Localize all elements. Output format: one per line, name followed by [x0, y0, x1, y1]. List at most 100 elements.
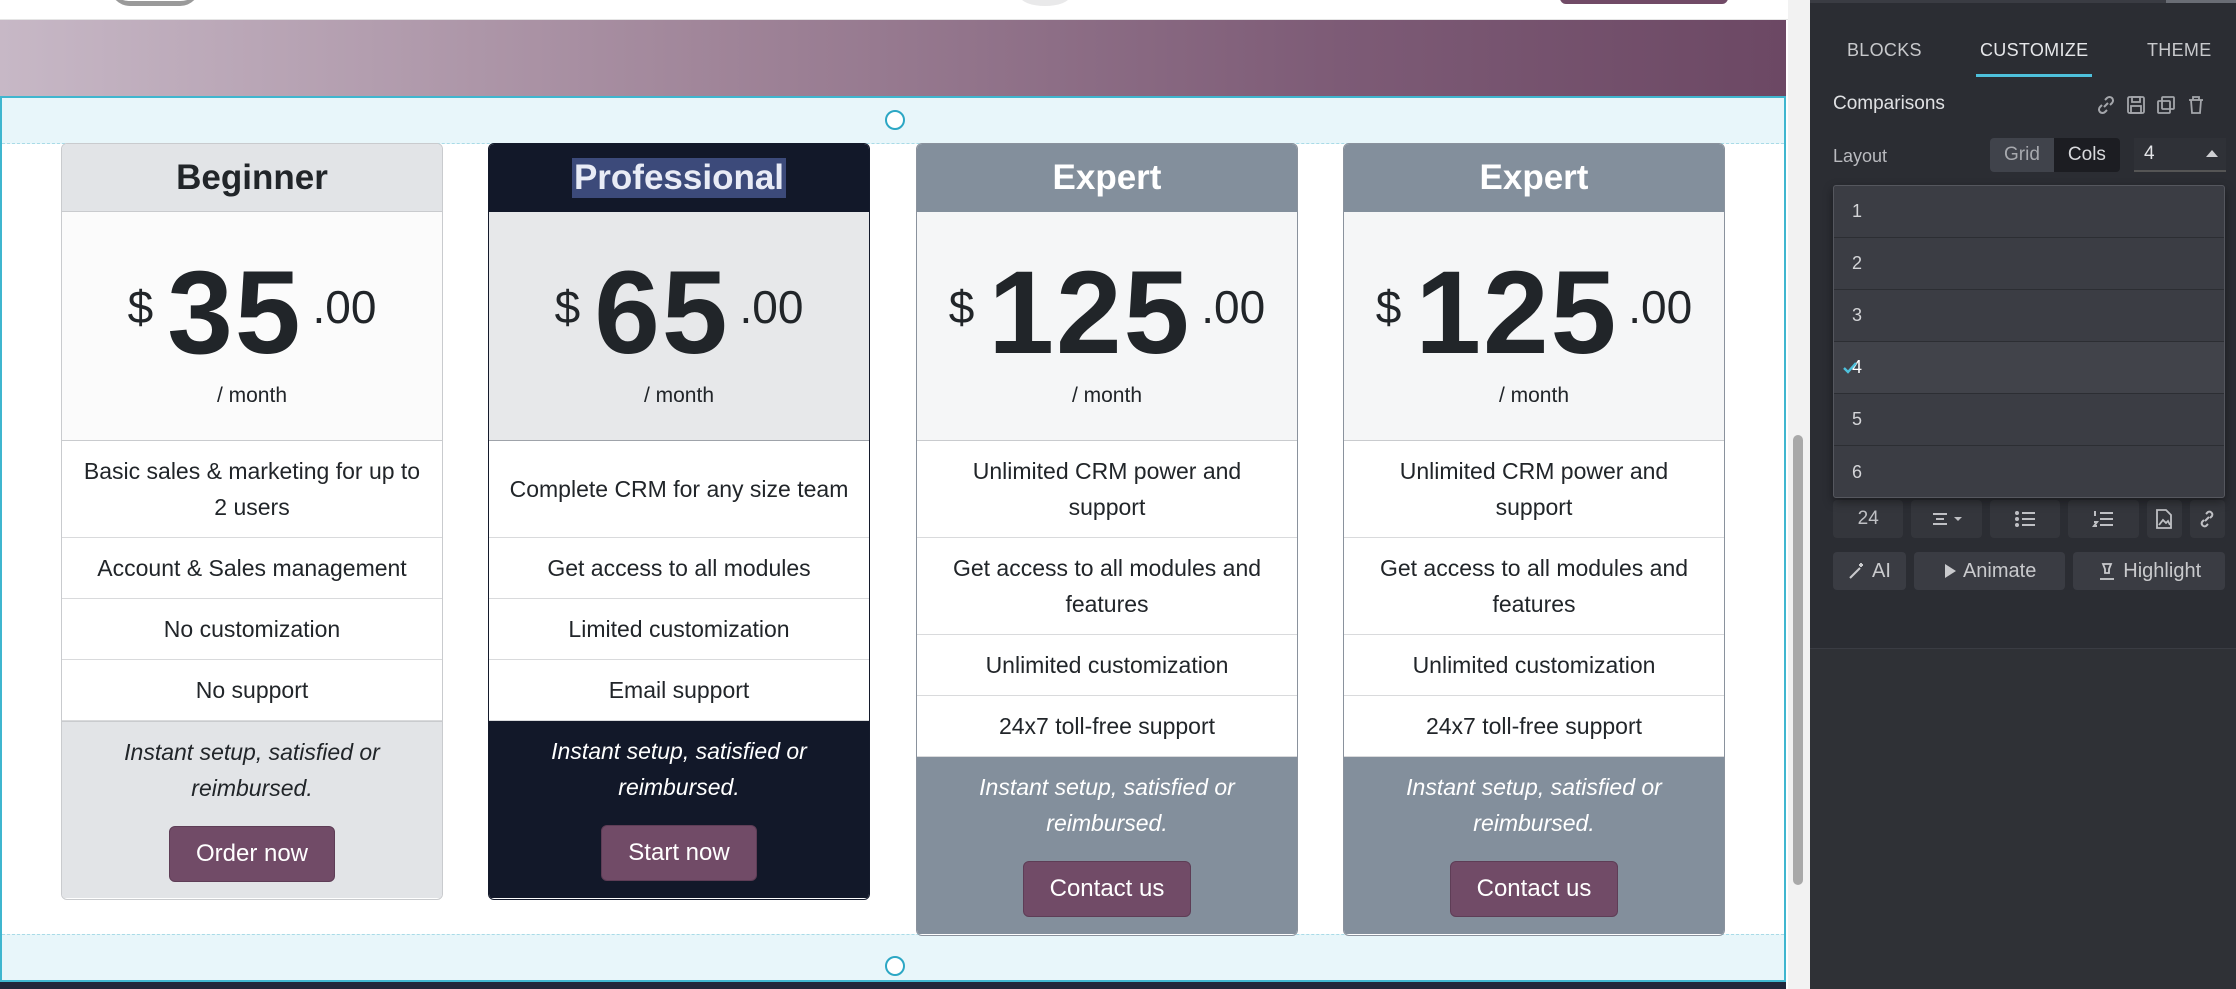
animate-button[interactable]: Animate: [1913, 552, 2066, 590]
logo-shape: [110, 0, 200, 6]
price-period: / month: [216, 384, 288, 407]
section-title: Comparisons: [1833, 93, 1945, 114]
card-note: Instant setup, satisfied or reimbursed.: [124, 739, 380, 801]
feature-item[interactable]: Account & Sales management: [62, 538, 442, 599]
feature-item[interactable]: No customization: [62, 599, 442, 660]
file-image-icon: [2156, 509, 2173, 529]
columns-option-1[interactable]: 1: [1834, 186, 2224, 238]
highlighter-icon: [2100, 563, 2115, 580]
order-now-button[interactable]: Order now: [168, 826, 336, 882]
columns-option-4[interactable]: 4: [1834, 342, 2224, 394]
price-period: / month: [643, 384, 715, 407]
card-title[interactable]: Professional: [571, 158, 787, 198]
check-icon: [1843, 362, 1857, 374]
contact-us-button[interactable]: Contact us: [1022, 861, 1192, 917]
pricing-card-expert[interactable]: Expert $ 125 .00 / month Unlimited CRM p…: [916, 143, 1298, 936]
pricing-card-beginner[interactable]: Beginner $ 35 .00 / month Basic sales & …: [61, 143, 443, 900]
feature-item[interactable]: Complete CRM for any size team: [489, 441, 869, 538]
numbered-list-button[interactable]: [2068, 500, 2139, 538]
link-icon[interactable]: [2095, 94, 2117, 116]
columns-option-6[interactable]: 6: [1834, 446, 2224, 498]
pricing-card-expert-copy[interactable]: Expert $ 125 .00 / month Unlimited CRM p…: [1343, 143, 1725, 936]
layout-cols-option[interactable]: Cols: [2053, 138, 2120, 172]
feature-item[interactable]: Unlimited customization: [1344, 635, 1724, 696]
trash-icon[interactable]: [2185, 94, 2207, 116]
price-amount[interactable]: 125: [988, 254, 1191, 372]
resize-handle-top[interactable]: [885, 110, 905, 130]
feature-item[interactable]: Email support: [489, 660, 869, 721]
tab-customize[interactable]: CUSTOMIZE: [1975, 40, 2093, 77]
tab-theme[interactable]: THEME: [2147, 40, 2212, 61]
columns-select[interactable]: 4: [2134, 138, 2226, 172]
editor-panel: BLOCKS CUSTOMIZE THEME Comparisons Layou…: [1810, 0, 2236, 989]
card-note: Instant setup, satisfied or reimbursed.: [979, 774, 1235, 836]
link-icon: [2201, 510, 2214, 528]
price: $ 65 .00: [555, 254, 804, 372]
animate-button-label: Animate: [1962, 559, 2037, 582]
card-title[interactable]: Expert: [917, 144, 1297, 212]
card-title[interactable]: Beginner: [62, 144, 442, 212]
price-amount[interactable]: 65: [594, 254, 729, 372]
card-title-wrap: Professional: [489, 144, 869, 212]
duplicate-icon[interactable]: [2155, 94, 2177, 116]
canvas-scrollbar[interactable]: [1788, 0, 1810, 989]
panel-tabs: BLOCKS CUSTOMIZE THEME: [1810, 32, 2236, 77]
bullet-list-icon: [2015, 511, 2036, 527]
feature-item[interactable]: Get access to all modules and features: [1344, 538, 1724, 635]
bullet-list-button[interactable]: [1989, 500, 2061, 538]
contact-us-button[interactable]: Contact us: [1449, 861, 1619, 917]
layout-grid-option[interactable]: Grid: [1990, 138, 2054, 172]
highlight-button[interactable]: Highlight: [2073, 552, 2225, 590]
columns-option-2[interactable]: 2: [1834, 238, 2224, 290]
feature-item[interactable]: Get access to all modules and features: [917, 538, 1297, 635]
magic-wand-icon: [1849, 563, 1863, 579]
price-cents: .00: [739, 281, 804, 333]
text-toolbar-row: 24: [1833, 500, 2226, 538]
feature-item[interactable]: Limited customization: [489, 599, 869, 660]
feature-item[interactable]: 24x7 toll-free support: [1344, 696, 1724, 757]
price-currency: $: [554, 281, 581, 333]
option-label: 6: [1852, 461, 1863, 482]
link-button[interactable]: [2189, 500, 2226, 538]
pricing-card-professional[interactable]: Professional $ 65 .00 / month Complete C…: [488, 143, 870, 900]
price-amount[interactable]: 35: [167, 254, 302, 372]
save-icon[interactable]: [2125, 94, 2147, 116]
feature-item[interactable]: No support: [62, 660, 442, 721]
price-cents: .00: [1201, 281, 1266, 333]
card-footer: Instant setup, satisfied or reimbursed. …: [917, 757, 1297, 934]
tab-blocks[interactable]: BLOCKS: [1847, 40, 1922, 61]
price-box: $ 125 .00 / month: [1344, 212, 1724, 441]
panel-top-accent: [2166, 0, 2236, 3]
website-canvas: Beginner $ 35 .00 / month Basic sales & …: [0, 0, 1788, 989]
columns-option-5[interactable]: 5: [1834, 394, 2224, 446]
card-note: Instant setup, satisfied or reimbursed.: [551, 738, 807, 800]
price-amount[interactable]: 125: [1415, 254, 1618, 372]
feature-item[interactable]: Unlimited CRM power and support: [1344, 441, 1724, 538]
price: $ 125 .00: [1376, 254, 1692, 372]
actions-row: AI Animate Highlight: [1833, 552, 2225, 590]
price-box: $ 65 .00 / month: [489, 212, 869, 441]
feature-item[interactable]: Unlimited CRM power and support: [917, 441, 1297, 538]
option-label: 1: [1852, 201, 1863, 221]
header-avatar: [1020, 0, 1070, 6]
price-currency: $: [1375, 281, 1402, 333]
resize-handle-bottom[interactable]: [885, 956, 905, 976]
feature-item[interactable]: Basic sales & marketing for up to 2 user…: [62, 441, 442, 538]
price-period: / month: [1498, 384, 1570, 407]
feature-item[interactable]: 24x7 toll-free support: [917, 696, 1297, 757]
image-button[interactable]: [2146, 500, 2182, 538]
font-size-input[interactable]: 24: [1833, 500, 1904, 538]
ai-button[interactable]: AI: [1833, 552, 1906, 590]
price-cents: .00: [1628, 281, 1693, 333]
align-dropdown[interactable]: [1911, 500, 1982, 538]
columns-select-value: 4: [2144, 143, 2155, 164]
price: $ 125 .00: [949, 254, 1265, 372]
scrollbar-thumb[interactable]: [1793, 435, 1803, 885]
card-title[interactable]: Expert: [1344, 144, 1724, 212]
columns-option-3[interactable]: 3: [1834, 290, 2224, 342]
option-label: 5: [1852, 409, 1863, 429]
header-cta-button[interactable]: [1560, 0, 1728, 4]
feature-item[interactable]: Unlimited customization: [917, 635, 1297, 696]
start-now-button[interactable]: Start now: [601, 825, 757, 881]
feature-item[interactable]: Get access to all modules: [489, 538, 869, 599]
